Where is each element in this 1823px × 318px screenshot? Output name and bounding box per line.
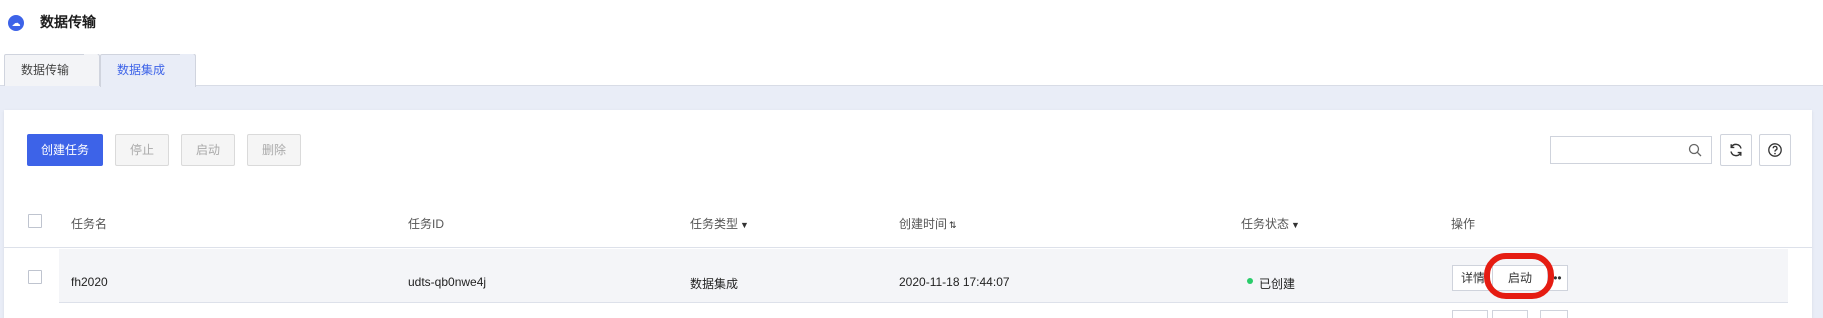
- next-row-start-button[interactable]: [1492, 310, 1528, 318]
- refresh-button[interactable]: [1720, 134, 1752, 166]
- tab-strip: 数据传输 数据集成: [0, 48, 1823, 87]
- column-header-type[interactable]: 任务类型 ▼: [690, 215, 749, 232]
- page-title: 数据传输: [40, 14, 96, 30]
- delete-button[interactable]: 删除: [247, 134, 301, 166]
- row-checkbox[interactable]: [28, 270, 42, 284]
- column-header-type-label: 任务类型: [690, 217, 739, 231]
- task-status-cell: 已创建: [1259, 277, 1296, 291]
- stop-button[interactable]: 停止: [115, 134, 169, 166]
- next-row-more-button[interactable]: [1540, 310, 1568, 318]
- column-header-id: 任务ID: [408, 217, 445, 231]
- create-task-button[interactable]: 创建任务: [27, 134, 103, 166]
- column-header-actions: 操作: [1451, 217, 1476, 231]
- tab-notch: [180, 54, 194, 86]
- task-name-cell[interactable]: fh2020: [71, 275, 108, 289]
- created-time-cell: 2020-11-18 17:44:07: [899, 275, 1010, 289]
- filter-icon[interactable]: ▼: [740, 220, 749, 230]
- search-input[interactable]: [1551, 137, 1681, 163]
- cloud-logo-icon: ☁: [8, 15, 24, 31]
- help-icon: [1768, 143, 1782, 157]
- refresh-icon: [1730, 143, 1742, 157]
- tab-notch: [84, 54, 98, 86]
- search-box[interactable]: [1550, 136, 1712, 164]
- column-header-created[interactable]: 创建时间 ⇅: [899, 215, 957, 232]
- row-start-button[interactable]: 启动: [1492, 265, 1548, 291]
- column-header-status-label: 任务状态: [1241, 217, 1290, 231]
- task-type-cell: 数据集成: [690, 277, 739, 291]
- top-bar: ☁ 数据传输: [0, 0, 1823, 48]
- sort-icon[interactable]: ⇅: [949, 220, 957, 231]
- help-button[interactable]: [1759, 134, 1791, 166]
- column-header-created-label: 创建时间: [899, 217, 948, 231]
- task-id-cell: udts-qb0nwe4j: [408, 275, 487, 289]
- filter-icon[interactable]: ▼: [1291, 220, 1300, 230]
- status-dot-icon: [1247, 278, 1253, 284]
- next-row-detail-button[interactable]: [1452, 310, 1488, 318]
- select-all-checkbox[interactable]: [28, 214, 42, 228]
- start-button[interactable]: 启动: [181, 134, 235, 166]
- column-header-name: 任务名: [71, 217, 108, 231]
- search-icon[interactable]: [1687, 142, 1703, 158]
- column-header-status[interactable]: 任务状态 ▼: [1241, 215, 1300, 232]
